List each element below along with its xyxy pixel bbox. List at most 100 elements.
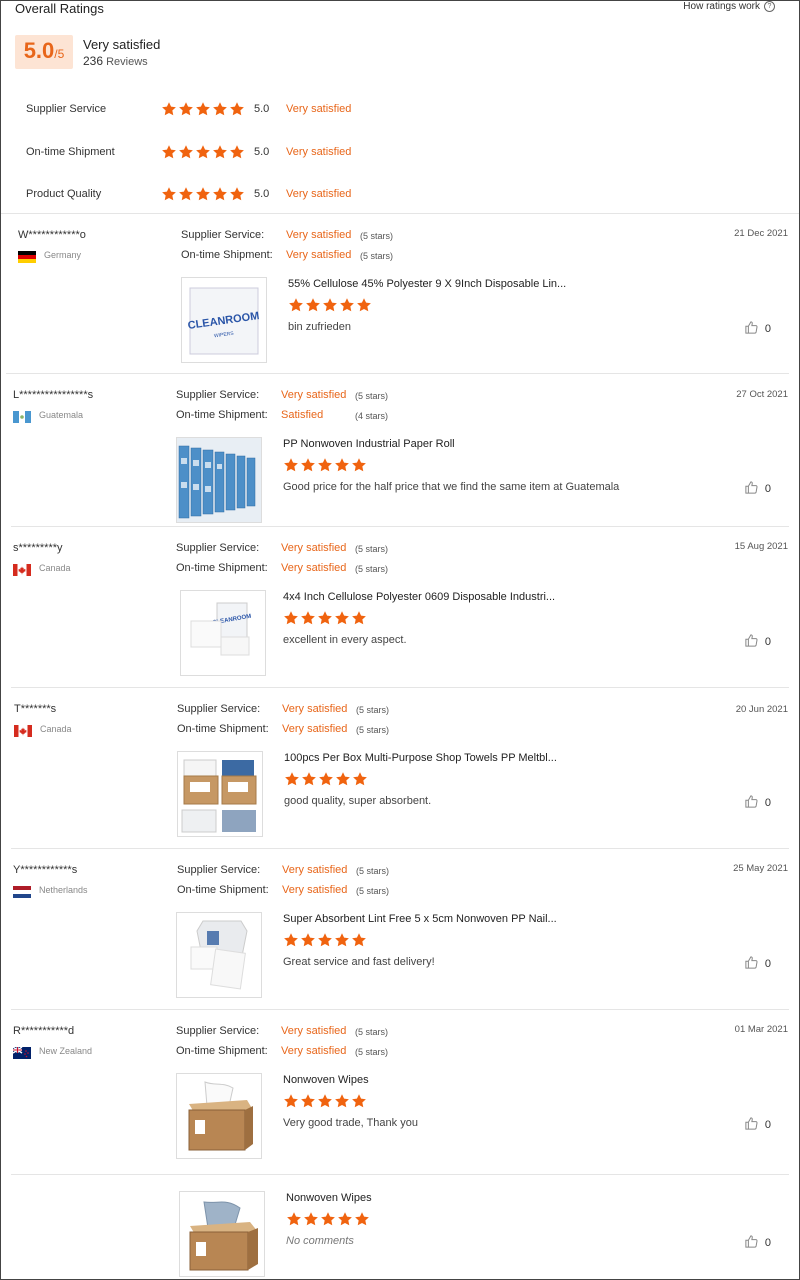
ontime-shipment-value: Very satisfied <box>281 1045 347 1057</box>
like-button[interactable]: 0 <box>744 794 771 812</box>
review-item: L****************s Guatemala Supplier Serv… <box>1 374 799 527</box>
star-icon <box>351 610 367 626</box>
star-icon <box>305 297 321 313</box>
ontime-shipment-value: Very satisfied <box>282 884 348 896</box>
like-button[interactable]: 0 <box>744 1116 771 1134</box>
like-button[interactable]: 0 <box>744 955 771 973</box>
star-icon <box>229 186 245 202</box>
star-icon <box>283 457 299 473</box>
star-icon <box>300 1093 316 1109</box>
star-icon <box>283 610 299 626</box>
how-ratings-work-link[interactable]: How ratings work ? <box>683 1 775 12</box>
star-icon <box>337 1211 353 1227</box>
product-thumbnail[interactable] <box>176 1073 262 1159</box>
flag-icon <box>18 250 36 263</box>
reviewer-country: Germany <box>44 250 82 260</box>
star-icon <box>283 932 299 948</box>
star-icon <box>286 1211 302 1227</box>
review-additional-item: Nonwoven Wipes No comments 0 <box>1 1175 799 1279</box>
flag-icon <box>13 885 31 898</box>
flag-icon <box>13 410 31 423</box>
thumbs-up-icon <box>744 794 759 812</box>
product-title-link[interactable]: Nonwoven Wipes <box>283 1074 369 1086</box>
supplier-service-label: Supplier Service: <box>176 1025 260 1037</box>
rating-row-supplier-service: Supplier Service 5.0 Very satisfied <box>1 101 799 121</box>
star-icon <box>212 144 228 160</box>
review-count: 236 Reviews <box>83 54 148 68</box>
product-title-link[interactable]: PP Nonwoven Industrial Paper Roll <box>283 438 455 450</box>
like-count: 0 <box>764 1119 771 1131</box>
how-ratings-work-label: How ratings work <box>683 1 760 12</box>
star-icon <box>288 297 304 313</box>
star-icon <box>195 144 211 160</box>
review-item: Y************s Netherlands Supplier Servic… <box>1 849 799 1010</box>
star-icon <box>334 610 350 626</box>
star-icon <box>318 771 334 787</box>
supplier-service-value: Very satisfied <box>281 1025 347 1037</box>
star-icon <box>317 932 333 948</box>
product-title-link[interactable]: Nonwoven Wipes <box>286 1192 372 1204</box>
review-comment: bin zufrieden <box>288 321 351 333</box>
reviewer-country: New Zealand <box>39 1046 93 1056</box>
thumbs-up-icon <box>744 480 759 498</box>
reviewer-name: R***********d <box>13 1025 75 1037</box>
ontime-shipment-value: Satisfied <box>281 409 324 421</box>
thumbs-up-icon <box>744 320 759 338</box>
product-thumbnail[interactable] <box>177 751 263 837</box>
star-icon <box>178 186 194 202</box>
ontime-shipment-label: On-time Shipment: <box>176 562 268 574</box>
star-icon <box>356 297 372 313</box>
product-thumbnail[interactable]: CLEANROOM <box>180 590 266 676</box>
rating-stars <box>161 144 245 160</box>
like-button[interactable]: 0 <box>744 320 771 338</box>
star-icon <box>351 932 367 948</box>
supplier-service-label: Supplier Service: <box>181 229 265 241</box>
review-date: 01 Mar 2021 <box>734 1024 788 1035</box>
supplier-service-value: Very satisfied <box>282 864 348 876</box>
review-comment: No comments <box>286 1235 354 1247</box>
star-icon <box>178 144 194 160</box>
review-date: 20 Jun 2021 <box>735 704 788 715</box>
product-title-link[interactable]: 100pcs Per Box Multi-Purpose Shop Towels… <box>284 752 557 764</box>
review-item: s*********y Canada Supplier Service: Very s… <box>1 527 799 688</box>
star-icon <box>195 186 211 202</box>
review-count-label: Reviews <box>106 56 148 68</box>
star-icon <box>351 457 367 473</box>
product-thumbnail[interactable]: CLEANROOM WIPERS <box>181 277 267 363</box>
review-stars <box>284 771 368 787</box>
thumbs-up-icon <box>744 633 759 651</box>
star-icon <box>161 186 177 202</box>
ontime-shipment-label: On-time Shipment: <box>177 723 269 735</box>
product-thumbnail[interactable] <box>176 912 262 998</box>
review-comment: Very good trade, Thank you <box>283 1117 418 1129</box>
rating-label: Supplier Service <box>26 103 107 115</box>
star-icon <box>334 932 350 948</box>
like-button[interactable]: 0 <box>744 480 771 498</box>
review-date: 15 Aug 2021 <box>734 541 788 552</box>
star-icon <box>317 1093 333 1109</box>
like-button[interactable]: 0 <box>744 1234 771 1252</box>
product-title-link[interactable]: Super Absorbent Lint Free 5 x 5cm Nonwov… <box>283 913 557 925</box>
review-comment: Good price for the half price that we fi… <box>283 481 620 493</box>
ontime-shipment-label: On-time Shipment: <box>181 249 273 261</box>
star-icon <box>320 1211 336 1227</box>
star-icon <box>354 1211 370 1227</box>
ontime-shipment-stars-count: (5 stars) <box>355 1047 389 1057</box>
star-icon <box>300 610 316 626</box>
overall-score-max: /5 <box>54 47 65 61</box>
supplier-service-stars-count: (5 stars) <box>360 231 394 241</box>
star-icon <box>352 771 368 787</box>
reviewer-name: L****************s <box>13 389 94 401</box>
supplier-service-label: Supplier Service: <box>177 703 261 715</box>
ontime-shipment-stars-count: (5 stars) <box>356 886 390 896</box>
star-icon <box>161 144 177 160</box>
like-button[interactable]: 0 <box>744 633 771 651</box>
supplier-service-stars-count: (5 stars) <box>355 544 389 554</box>
product-title-link[interactable]: 4x4 Inch Cellulose Polyester 0609 Dispos… <box>283 591 555 603</box>
product-thumbnail[interactable] <box>179 1191 265 1277</box>
star-icon <box>300 457 316 473</box>
product-title-link[interactable]: 55% Cellulose 45% Polyester 9 X 9Inch Di… <box>288 278 566 290</box>
like-count: 0 <box>764 1237 771 1249</box>
review-stars <box>283 610 367 626</box>
product-thumbnail[interactable] <box>176 437 262 523</box>
